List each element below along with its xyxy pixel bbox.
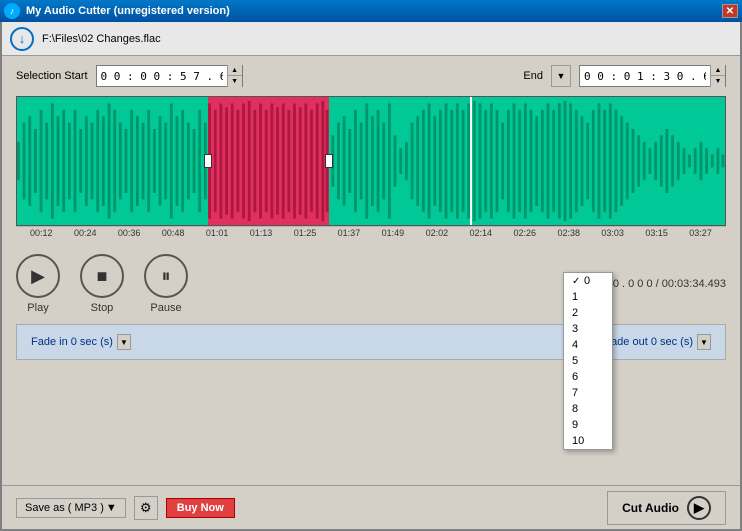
fade-out-dropdown[interactable]: ▼ <box>697 334 711 350</box>
timecode-ruler: 00:12 00:24 00:36 00:48 01:01 01:13 01:2… <box>16 226 726 244</box>
end-group: End ▼ ▲ ▼ <box>523 65 726 87</box>
start-time-spin-up[interactable]: ▲ <box>228 65 242 76</box>
app-title: My Audio Cutter (unregistered version) <box>26 5 230 17</box>
end-time-input-group: ▲ ▼ <box>579 65 726 87</box>
fade-dropdown-menu: 0 1 2 3 4 5 6 7 8 9 10 <box>563 272 613 450</box>
bottom-bar: Save as ( MP3 ) ▼ ⚙ Buy Now Cut Audio ▶ <box>2 485 740 529</box>
tc-12: 02:26 <box>513 228 536 238</box>
pause-button[interactable]: ⏸ Pause <box>144 254 188 314</box>
tc-9: 01:49 <box>382 228 405 238</box>
buy-now-button[interactable]: Buy Now <box>166 498 235 518</box>
selection-start-label: Selection Start <box>16 70 88 82</box>
end-time-spin-down[interactable]: ▼ <box>711 76 725 87</box>
selection-bar: Selection Start ▲ ▼ End ▼ ▲ ▼ <box>2 56 740 96</box>
start-time-spin-down[interactable]: ▼ <box>228 76 242 87</box>
fade-in-label: Fade in 0 sec (s) <box>31 336 113 348</box>
save-as-label: Save as ( MP3 ) <box>25 502 104 514</box>
filepath-bar: ↓ F:\Files\02 Changes.flac <box>2 22 740 56</box>
playhead[interactable] <box>470 97 472 225</box>
end-time-input[interactable] <box>580 68 710 85</box>
tc-2: 00:24 <box>74 228 97 238</box>
fade-in-group: Fade in 0 sec (s) ▼ <box>31 334 131 350</box>
buy-label: Buy Now <box>177 502 224 514</box>
end-label: End <box>523 70 543 82</box>
tc-16: 03:27 <box>689 228 712 238</box>
dropdown-item-7[interactable]: 7 <box>564 385 612 401</box>
tc-10: 02:02 <box>426 228 449 238</box>
fade-out-label: Fade out 0 sec (s) <box>604 336 693 348</box>
controls-bar: ▶ Play ■ Stop ⏸ Pause 0 . 0 0 0 / 00:03:… <box>2 244 740 324</box>
start-time-input-group: ▲ ▼ <box>96 65 243 87</box>
dropdown-item-10[interactable]: 10 <box>564 433 612 449</box>
timecode-labels: 00:12 00:24 00:36 00:48 01:01 01:13 01:2… <box>30 228 712 238</box>
tc-4: 00:48 <box>162 228 185 238</box>
waveform-bg-left <box>17 97 208 225</box>
position-display: 0 . 0 0 0 / 00:03:34.493 <box>613 278 726 290</box>
close-button[interactable]: ✕ <box>722 4 738 18</box>
start-time-spinner: ▲ ▼ <box>227 65 242 87</box>
tc-15: 03:15 <box>645 228 668 238</box>
dropdown-item-5[interactable]: 5 <box>564 353 612 369</box>
tc-7: 01:25 <box>294 228 317 238</box>
tc-11: 02:14 <box>470 228 493 238</box>
settings-button[interactable]: ⚙ <box>134 496 158 520</box>
titlebar: ♪ My Audio Cutter (unregistered version)… <box>0 0 742 22</box>
tc-5: 01:01 <box>206 228 229 238</box>
dropdown-item-2[interactable]: 2 <box>564 305 612 321</box>
tc-14: 03:03 <box>601 228 624 238</box>
gear-icon: ⚙ <box>140 500 152 516</box>
end-dropdown-button[interactable]: ▼ <box>551 65 571 87</box>
play-label: Play <box>27 302 48 314</box>
play-button[interactable]: ▶ Play <box>16 254 60 314</box>
waveform-selected <box>208 97 328 225</box>
dropdown-item-3[interactable]: 3 <box>564 321 612 337</box>
stop-button[interactable]: ■ Stop <box>80 254 124 314</box>
cut-audio-arrow: ▶ <box>687 496 711 520</box>
stop-label: Stop <box>91 302 114 314</box>
end-time-spinner: ▲ ▼ <box>710 65 725 87</box>
play-icon: ▶ <box>16 254 60 298</box>
dropdown-item-6[interactable]: 6 <box>564 369 612 385</box>
save-as-arrow: ▼ <box>106 502 117 514</box>
fade-bar: Fade in 0 sec (s) ▼ Fade out 0 sec (s) ▼ <box>16 324 726 360</box>
dropdown-item-0[interactable]: 0 <box>564 273 612 289</box>
tc-6: 01:13 <box>250 228 273 238</box>
stop-icon: ■ <box>80 254 124 298</box>
download-icon[interactable]: ↓ <box>10 27 34 51</box>
selection-handle-left[interactable] <box>204 154 212 168</box>
main-window: ↓ F:\Files\02 Changes.flac Selection Sta… <box>0 22 742 531</box>
dropdown-item-9[interactable]: 9 <box>564 417 612 433</box>
pause-label: Pause <box>150 302 181 314</box>
cut-audio-button[interactable]: Cut Audio ▶ <box>607 491 726 525</box>
tc-13: 02:38 <box>557 228 580 238</box>
tc-1: 00:12 <box>30 228 53 238</box>
pause-icon: ⏸ <box>144 254 188 298</box>
dropdown-item-8[interactable]: 8 <box>564 401 612 417</box>
app-icon: ♪ <box>4 3 20 19</box>
tc-3: 00:36 <box>118 228 141 238</box>
save-as-button[interactable]: Save as ( MP3 ) ▼ <box>16 498 126 518</box>
fade-in-dropdown[interactable]: ▼ <box>117 334 131 350</box>
selection-handle-right[interactable] <box>325 154 333 168</box>
dropdown-item-4[interactable]: 4 <box>564 337 612 353</box>
tc-8: 01:37 <box>338 228 361 238</box>
dropdown-item-1[interactable]: 1 <box>564 289 612 305</box>
waveform-container[interactable] <box>16 96 726 226</box>
waveform-bg-right <box>329 97 725 225</box>
cut-audio-label: Cut Audio <box>622 501 679 515</box>
start-time-input[interactable] <box>97 68 227 85</box>
fade-out-group: Fade out 0 sec (s) ▼ <box>604 334 711 350</box>
filepath-text: F:\Files\02 Changes.flac <box>42 33 161 45</box>
titlebar-left: ♪ My Audio Cutter (unregistered version) <box>4 3 230 19</box>
end-time-spin-up[interactable]: ▲ <box>711 65 725 76</box>
